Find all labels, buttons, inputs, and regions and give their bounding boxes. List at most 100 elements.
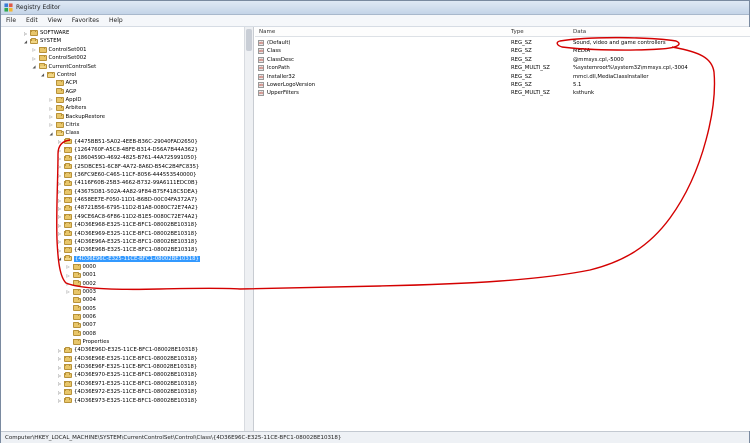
expand-arrow-icon[interactable]: ▷ [57,139,62,144]
registry-tree[interactable]: ▷ SOFTWARE ◢ SYSTEM ▷ ControlSet001 ▷ ControlSe… [1,27,254,431]
tree-node[interactable]: ▷ {4D36E969-E325-11CE-BFC1-08002BE10318} [57,229,198,237]
menu-file[interactable]: File [1,17,21,24]
expand-arrow-icon[interactable]: ▷ [49,114,54,119]
expand-arrow-icon[interactable]: ▷ [49,97,54,102]
value-row[interactable]: ab Class REG_SZ MEDIA [255,47,750,55]
value-row[interactable]: ab Installer32 REG_SZ mmci.dll,MediaClassIn… [255,73,750,81]
value-row[interactable]: ab LowerLogoVersion REG_SZ 5.1 [255,81,750,89]
expand-arrow-icon[interactable]: ▷ [49,106,54,111]
tree-node[interactable]: 0007 [66,321,96,329]
expand-arrow-icon[interactable]: ▷ [57,181,62,186]
expand-arrow-icon[interactable]: ▷ [23,31,28,36]
tree-node[interactable]: ▷ BackupRestore [49,113,105,121]
tree-node[interactable]: ▷ {1264760F-A5C8-4BFE-B314-D56A7B44A362} [57,146,198,154]
collapse-arrow-icon[interactable]: ◢ [32,64,37,69]
expand-arrow-icon[interactable]: ▷ [57,173,62,178]
tree-node[interactable]: ▷ Arbiters [49,104,86,112]
tree-node[interactable]: ▷ {4D36E96B-E325-11CE-BFC1-08002BE10318} [57,246,198,254]
tree-node[interactable]: ▷ 0002 [66,280,96,288]
expand-arrow-icon[interactable]: ▷ [57,381,62,386]
value-row[interactable]: ab (Default) REG_SZ Sound, video and game c… [255,39,750,47]
tree-node[interactable]: ▷ {4D36E96D-E325-11CE-BFC1-08002BE10318} [57,346,198,354]
expand-arrow-icon[interactable]: ▷ [57,239,62,244]
tree-node[interactable]: ▷ {4D36E970-E325-11CE-BFC1-08002BE10318} [57,371,198,379]
expand-arrow-icon[interactable]: ▷ [57,365,62,370]
tree-node[interactable]: ▷ {4658EE7E-F050-11D1-B6BD-00C04FA372A7} [57,196,198,204]
tree-node[interactable]: ▷ 0003 [66,288,96,296]
menu-help[interactable]: Help [104,17,128,24]
tree-node[interactable]: ▷ {4D36E96E-E325-11CE-BFC1-08002BE10318} [57,355,198,363]
tree-node[interactable]: ◢ Control [40,71,76,79]
tree-node[interactable]: ▷ {4D36E96A-E325-11CE-BFC1-08002BE10318} [57,238,198,246]
tree-node[interactable]: ▷ {1860459D-4692-4825-B761-44A725991050} [57,154,197,162]
menu-favorites[interactable]: Favorites [67,17,104,24]
tree-node[interactable]: ACPI [49,79,78,87]
value-row[interactable]: ab UpperFilters REG_MULTI_SZ ksthunk [255,89,750,97]
tree-node[interactable]: ▷ {4D36E972-E325-11CE-BFC1-08002BE10318} [57,388,198,396]
expand-arrow-icon[interactable]: ▷ [49,122,54,127]
tree-node[interactable]: ▷ {4475BB51-5A02-4EEB-B36C-29040FAD2650} [57,138,198,146]
tree-node[interactable]: 0005 [66,305,96,313]
menu-view[interactable]: View [43,17,67,24]
expand-arrow-icon[interactable]: ▷ [66,264,71,269]
collapse-arrow-icon[interactable]: ◢ [40,72,45,77]
expand-arrow-icon[interactable]: ▷ [57,398,62,403]
tree-node[interactable]: 0006 [66,313,96,321]
column-header-name[interactable]: Name [259,29,275,35]
expand-arrow-icon[interactable]: ▷ [32,56,37,61]
expand-arrow-icon[interactable]: ▷ [57,164,62,169]
title-bar[interactable]: Registry Editor [1,1,749,15]
expand-arrow-icon[interactable]: ▷ [57,223,62,228]
tree-node[interactable]: ▷ AppID [49,96,82,104]
expand-arrow-icon[interactable]: ▷ [57,148,62,153]
expand-arrow-icon[interactable]: ▷ [57,156,62,161]
tree-node[interactable]: 0004 [66,296,96,304]
expand-arrow-icon[interactable]: ▷ [57,248,62,253]
expand-arrow-icon[interactable]: ▷ [57,348,62,353]
column-header-type[interactable]: Type [511,29,524,35]
tree-node[interactable]: ▷ {4D36E968-E325-11CE-BFC1-08002BE10318} [57,221,198,229]
tree-node[interactable]: ▷ {49CE6AC8-6F86-11D2-B1E5-0080C72E74A2} [57,213,198,221]
tree-node[interactable]: AGP [49,87,76,95]
expand-arrow-icon[interactable]: ▷ [57,390,62,395]
tree-node[interactable]: ▷ SOFTWARE [23,29,69,37]
column-header-data[interactable]: Data [573,29,586,35]
tree-node[interactable]: ▷ {36FC9E60-C465-11CF-8056-444553540000} [57,171,197,179]
expand-arrow-icon[interactable]: ▷ [57,189,62,194]
tree-node[interactable]: ◢ SYSTEM [23,37,61,45]
values-list[interactable]: Name Type Data ab (Default) REG_SZ Sound, v… [255,27,750,431]
menu-edit[interactable]: Edit [21,17,43,24]
tree-node[interactable]: ▷ {4D36E973-E325-11CE-BFC1-08002BE10318} [57,396,198,404]
tree-scrollbar[interactable] [244,27,253,431]
expand-arrow-icon[interactable]: ▷ [57,206,62,211]
tree-node[interactable]: ▷ Citrix [49,121,80,129]
tree-node[interactable]: ▷ {43675D81-502A-4A82-9F84-B75F418C5DEA} [57,188,198,196]
tree-node[interactable]: ▷ {48721B56-6795-11D2-B1A8-0080C72E74A2} [57,204,198,212]
tree-node[interactable]: ◢ Class [49,129,79,137]
expand-arrow-icon[interactable]: ▷ [57,214,62,219]
value-row[interactable]: ab IconPath REG_MULTI_SZ %systemroot%\syste… [255,64,750,72]
tree-node[interactable]: ▷ ControlSet002 [32,54,86,62]
expand-arrow-icon[interactable]: ▷ [66,273,71,278]
collapse-arrow-icon[interactable]: ◢ [49,131,54,136]
expand-arrow-icon[interactable]: ▷ [32,47,37,52]
tree-node[interactable]: ▷ ControlSet001 [32,46,86,54]
tree-node[interactable]: ▷ {4116F60B-25B3-4662-B732-99A6111EDC0B} [57,179,198,187]
tree-node[interactable]: ◢ CurrentControlSet [32,62,96,70]
collapse-arrow-icon[interactable]: ◢ [23,39,28,44]
tree-node[interactable]: Properties [66,338,109,346]
tree-node[interactable]: ▷ 0000 [66,263,96,271]
tree-node[interactable]: ▷ {4D36E96F-E325-11CE-BFC1-08002BE10318} [57,363,197,371]
tree-scrollbar-thumb[interactable] [246,29,252,51]
expand-arrow-icon[interactable]: ▷ [57,231,62,236]
expand-arrow-icon[interactable]: ▷ [57,373,62,378]
expand-arrow-icon[interactable]: ▷ [66,289,71,294]
expand-arrow-icon[interactable]: ▷ [57,356,62,361]
expand-arrow-icon[interactable]: ▷ [66,281,71,286]
collapse-arrow-icon[interactable]: ◢ [57,256,62,261]
tree-node[interactable]: ▷ {25DBCE51-6C8F-4A72-8A6D-B54C2B4FC835} [57,163,199,171]
value-row[interactable]: ab ClassDesc REG_SZ @mmsys.cpl,-5000 [255,56,750,64]
tree-node[interactable]: ◢ {4D36E96C-E325-11CE-BFC1-08002BE10318} [57,254,200,262]
tree-node[interactable]: 0008 [66,330,96,338]
tree-node[interactable]: ▷ {4D36E971-E325-11CE-BFC1-08002BE10318} [57,380,198,388]
